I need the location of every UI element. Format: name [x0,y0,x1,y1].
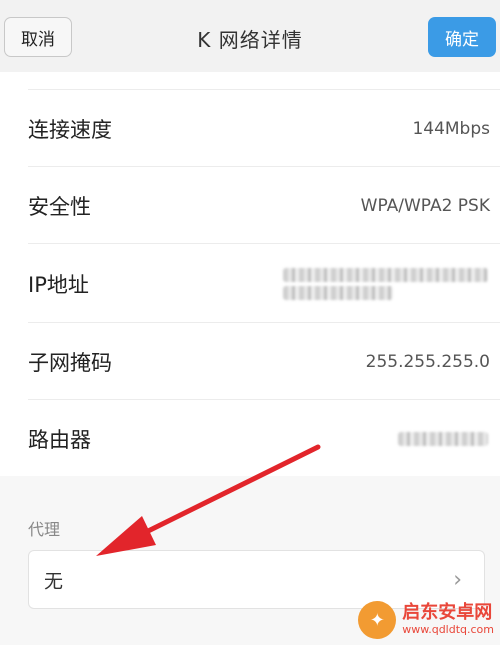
watermark-url: www.qdldtq.com [402,623,494,636]
proxy-section-label: 代理 [28,520,61,539]
page-title: K 网络详情 [197,28,303,52]
row-connection-speed: 连接速度 144Mbps [0,90,500,167]
row-label: 安全性 [28,194,91,219]
watermark-logo-icon: ✦ [358,601,397,639]
row-label: IP地址 [28,272,89,297]
watermark: ✦ 启东安卓网 www.qdldtq.com [358,601,494,639]
watermark-title: 启东安卓网 [402,602,493,623]
row-label: 路由器 [28,427,91,452]
row-subnet-mask: 子网掩码 255.255.255.0 [0,323,500,400]
row-router: 路由器 [0,400,500,477]
redacted-router-value [398,428,488,450]
row-security: 安全性 WPA/WPA2 PSK [0,167,500,244]
proxy-value: 无 [44,570,64,592]
network-details-list: 连接速度 144Mbps 安全性 WPA/WPA2 PSK IP地址 子网掩码 … [0,72,500,476]
row-value: WPA/WPA2 PSK [360,195,490,216]
row-label: 子网掩码 [28,350,112,375]
row-ip-address: IP地址 [0,244,500,323]
row-label: 连接速度 [28,117,112,142]
redacted-ip-value [283,264,488,304]
confirm-button[interactable]: 确定 [428,17,496,57]
chevron-right-icon: › [453,567,462,592]
row-value: 144Mbps [412,118,490,139]
navigation-bar: 取消 K 网络详情 确定 [0,0,500,72]
row-value: 255.255.255.0 [365,351,490,372]
